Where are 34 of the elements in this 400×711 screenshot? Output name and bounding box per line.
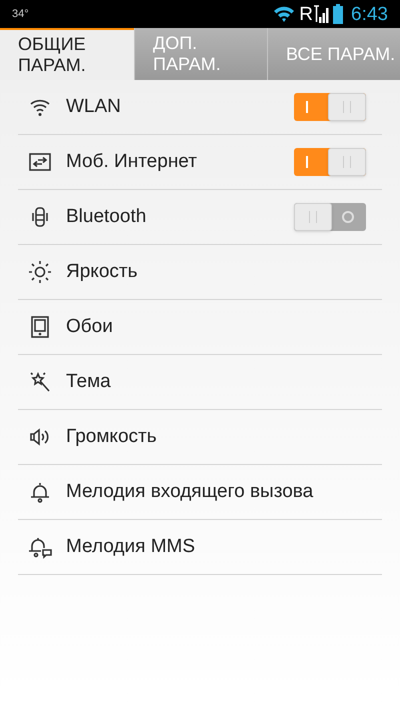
toggle-switch[interactable]	[294, 148, 366, 176]
bell-icon	[28, 480, 52, 504]
setting-label: WLAN	[66, 94, 122, 119]
wifi-icon	[273, 5, 296, 23]
network-type-text: R	[299, 4, 314, 24]
battery-icon	[333, 4, 344, 24]
wallpaper-icon	[28, 315, 52, 339]
setting-label: Обои	[66, 314, 114, 339]
settings-row[interactable]: Громкость	[18, 410, 382, 465]
settings-row[interactable]: Обои	[18, 300, 382, 355]
settings-row[interactable]: Тема	[18, 355, 382, 410]
setting-label: Bluetooth	[66, 204, 148, 229]
settings-row[interactable]: Яркость	[18, 245, 382, 300]
setting-label: Мелодия входящего вызова	[66, 480, 314, 504]
toggle-switch[interactable]	[294, 93, 366, 121]
data-transfer-icon	[28, 150, 52, 174]
setting-label: Громкость	[66, 424, 158, 449]
brightness-icon	[28, 260, 52, 284]
clock-text: 6:43	[351, 4, 388, 24]
setting-label: Мелодия MMS	[66, 534, 196, 559]
settings-row[interactable]: Мелодия MMS	[18, 520, 382, 575]
setting-label: Яркость	[66, 260, 138, 284]
settings-row[interactable]: Bluetooth	[18, 190, 382, 245]
settings-row[interactable]: WLAN	[18, 80, 382, 135]
setting-label: Моб. Интернет	[66, 150, 198, 174]
temperature-text: 34°	[12, 6, 29, 22]
tab[interactable]: ОБЩИЕ ПАРАМ.	[0, 28, 134, 80]
setting-label: Тема	[66, 370, 112, 394]
settings-row[interactable]: Мелодия входящего вызова	[18, 465, 382, 520]
settings-row[interactable]: Моб. Интернет	[18, 135, 382, 190]
magic-wand-icon	[28, 370, 52, 394]
toggle-switch[interactable]	[294, 203, 366, 231]
bell-message-icon	[28, 535, 52, 559]
signal-icon	[313, 5, 330, 23]
